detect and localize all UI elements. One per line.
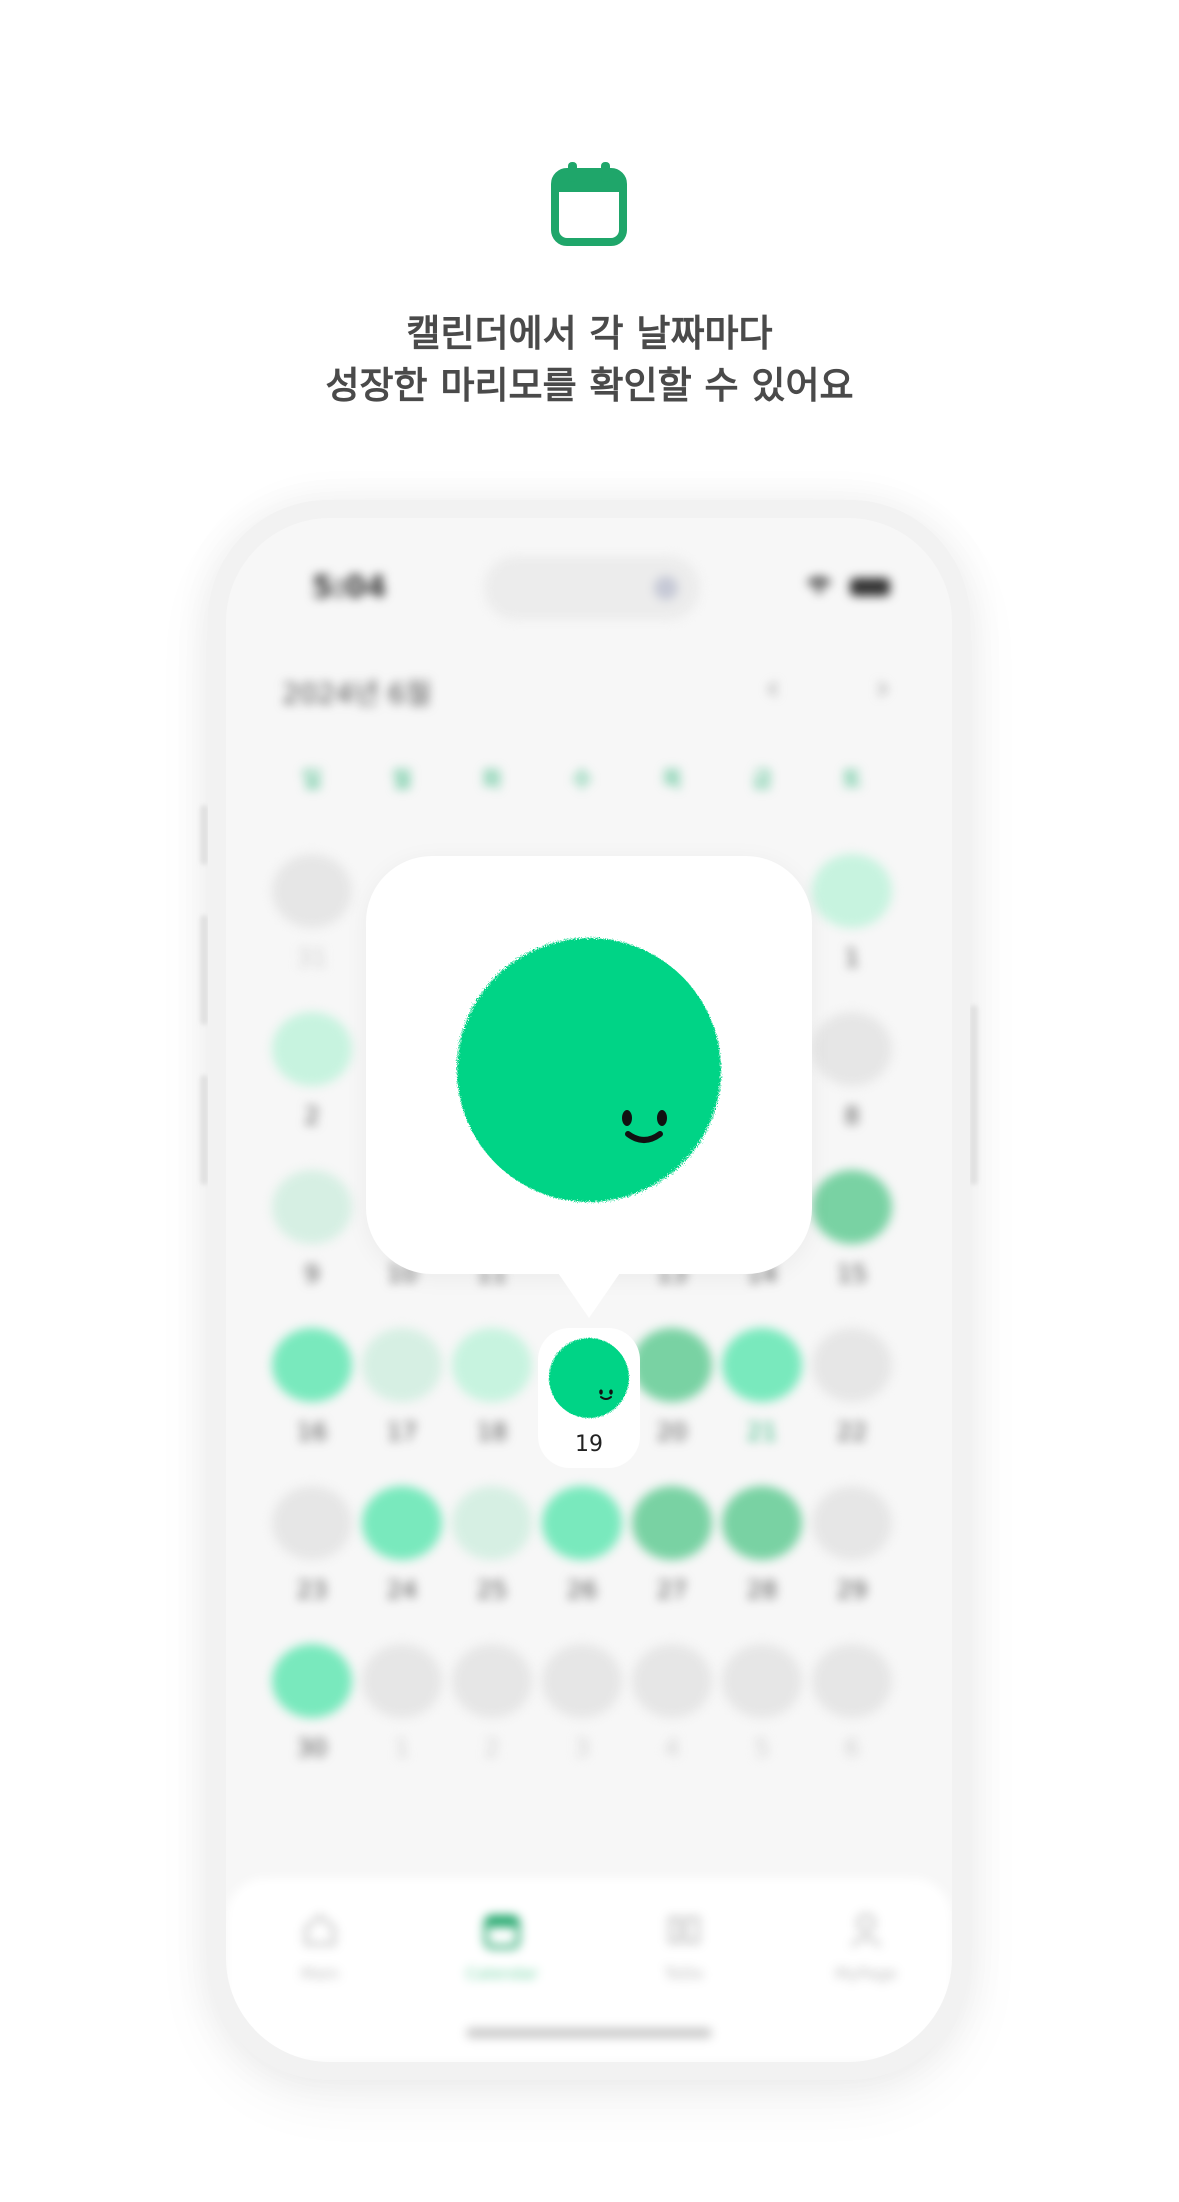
day-number: 23 — [296, 1576, 328, 1604]
tab-main[interactable]: Main — [260, 1908, 380, 1983]
day-number: 28 — [746, 1576, 778, 1604]
day-number: 1 — [844, 944, 860, 972]
weekday-label: 일 — [301, 768, 323, 793]
day-marimo[interactable] — [632, 1486, 712, 1560]
tab-todo[interactable]: ToDo — [624, 1908, 744, 1983]
weekday-label: 목 — [661, 768, 683, 793]
day-number: 4 — [664, 1734, 680, 1762]
tab-label: Main — [300, 1964, 340, 1983]
camera-dot — [654, 576, 678, 600]
day-marimo[interactable] — [722, 1328, 802, 1402]
day-marimo[interactable] — [452, 1644, 532, 1718]
day-marimo[interactable] — [272, 1644, 352, 1718]
day-marimo[interactable] — [812, 1012, 892, 1086]
day-marimo[interactable] — [272, 854, 352, 928]
day-number: 2 — [484, 1734, 500, 1762]
day-marimo[interactable] — [812, 1328, 892, 1402]
tab-label: MyPage — [834, 1964, 897, 1983]
marimo-small-icon — [549, 1338, 629, 1418]
user-icon — [844, 1908, 888, 1952]
calendar-icon — [551, 162, 627, 246]
day-number: 29 — [836, 1576, 868, 1604]
day-marimo[interactable] — [632, 1328, 712, 1402]
calendar-icon — [480, 1908, 524, 1952]
day-number: 18 — [476, 1418, 508, 1446]
day-number: 15 — [836, 1260, 868, 1288]
day-number: 22 — [836, 1418, 868, 1446]
phone-power-button — [970, 1005, 978, 1185]
headline-line-2: 성장한 마리모를 확인할 수 있어요 — [325, 364, 854, 407]
day-number: 16 — [296, 1418, 328, 1446]
day-number: 6 — [844, 1734, 860, 1762]
day-marimo[interactable] — [632, 1644, 712, 1718]
day-marimo[interactable] — [452, 1486, 532, 1560]
weekday-label: 토 — [841, 768, 863, 793]
day-marimo[interactable] — [722, 1644, 802, 1718]
day-number: 30 — [296, 1734, 328, 1762]
day-marimo[interactable] — [362, 1486, 442, 1560]
day-marimo[interactable] — [542, 1644, 622, 1718]
day-marimo[interactable] — [272, 1328, 352, 1402]
selected-day-number: 19 — [575, 1432, 603, 1457]
day-number: 9 — [304, 1260, 320, 1288]
home-icon — [298, 1908, 342, 1952]
day-marimo[interactable] — [722, 1486, 802, 1560]
phone-volume-up — [200, 915, 208, 1025]
day-number: 25 — [476, 1576, 508, 1604]
popover-tail — [556, 1270, 622, 1318]
phone-volume-down — [200, 1075, 208, 1185]
weekday-label: 수 — [571, 768, 593, 793]
day-number: 26 — [566, 1576, 598, 1604]
day-number: 20 — [656, 1418, 688, 1446]
month-title: 2024년 6월 — [282, 677, 432, 710]
day-marimo[interactable] — [812, 1486, 892, 1560]
day-marimo[interactable] — [362, 1644, 442, 1718]
day-marimo[interactable] — [542, 1486, 622, 1560]
day-marimo[interactable] — [452, 1328, 532, 1402]
onboarding-page: 캘린더에서 각 날짜마다 성장한 마리모를 확인할 수 있어요 5:04 202… — [0, 0, 1179, 2202]
weekday-label: 화 — [481, 768, 503, 793]
day-marimo[interactable] — [272, 1012, 352, 1086]
weekday-label: 금 — [751, 768, 773, 793]
day-number: 1 — [394, 1734, 410, 1762]
status-time: 5:04 — [312, 570, 387, 605]
day-number: 31 — [296, 944, 328, 972]
day-number: 5 — [754, 1734, 770, 1762]
tab-label: ToDo — [664, 1964, 704, 1983]
list-icon — [662, 1908, 706, 1952]
day-number: 8 — [844, 1102, 860, 1130]
tab-mypage[interactable]: MyPage — [806, 1908, 926, 1983]
day-marimo[interactable] — [812, 854, 892, 928]
wifi-icon — [807, 577, 831, 594]
day-number: 27 — [656, 1576, 688, 1604]
day-marimo[interactable] — [812, 1170, 892, 1244]
battery-icon — [850, 578, 890, 596]
day-number: 17 — [386, 1418, 418, 1446]
day-marimo[interactable] — [272, 1486, 352, 1560]
marimo-large-icon — [457, 938, 721, 1202]
tab-calendar[interactable]: Calendar — [442, 1908, 562, 1983]
home-indicator — [466, 2028, 712, 2038]
tab-label: Calendar — [466, 1964, 538, 1983]
weekday-label: 월 — [391, 768, 413, 793]
day-number: 3 — [574, 1734, 590, 1762]
day-marimo[interactable] — [812, 1644, 892, 1718]
day-number: 24 — [386, 1576, 418, 1604]
chevron-left-icon[interactable]: ‹ — [766, 668, 780, 708]
chevron-right-icon[interactable]: › — [876, 668, 890, 708]
day-marimo[interactable] — [362, 1328, 442, 1402]
headline-line-1: 캘린더에서 각 날짜마다 — [406, 312, 773, 355]
day-number: 2 — [304, 1102, 320, 1130]
phone-side-button — [200, 805, 208, 865]
day-marimo[interactable] — [272, 1170, 352, 1244]
headline: 캘린더에서 각 날짜마다 성장한 마리모를 확인할 수 있어요 — [0, 308, 1179, 412]
day-number: 21 — [746, 1418, 778, 1446]
dynamic-island — [484, 556, 700, 620]
